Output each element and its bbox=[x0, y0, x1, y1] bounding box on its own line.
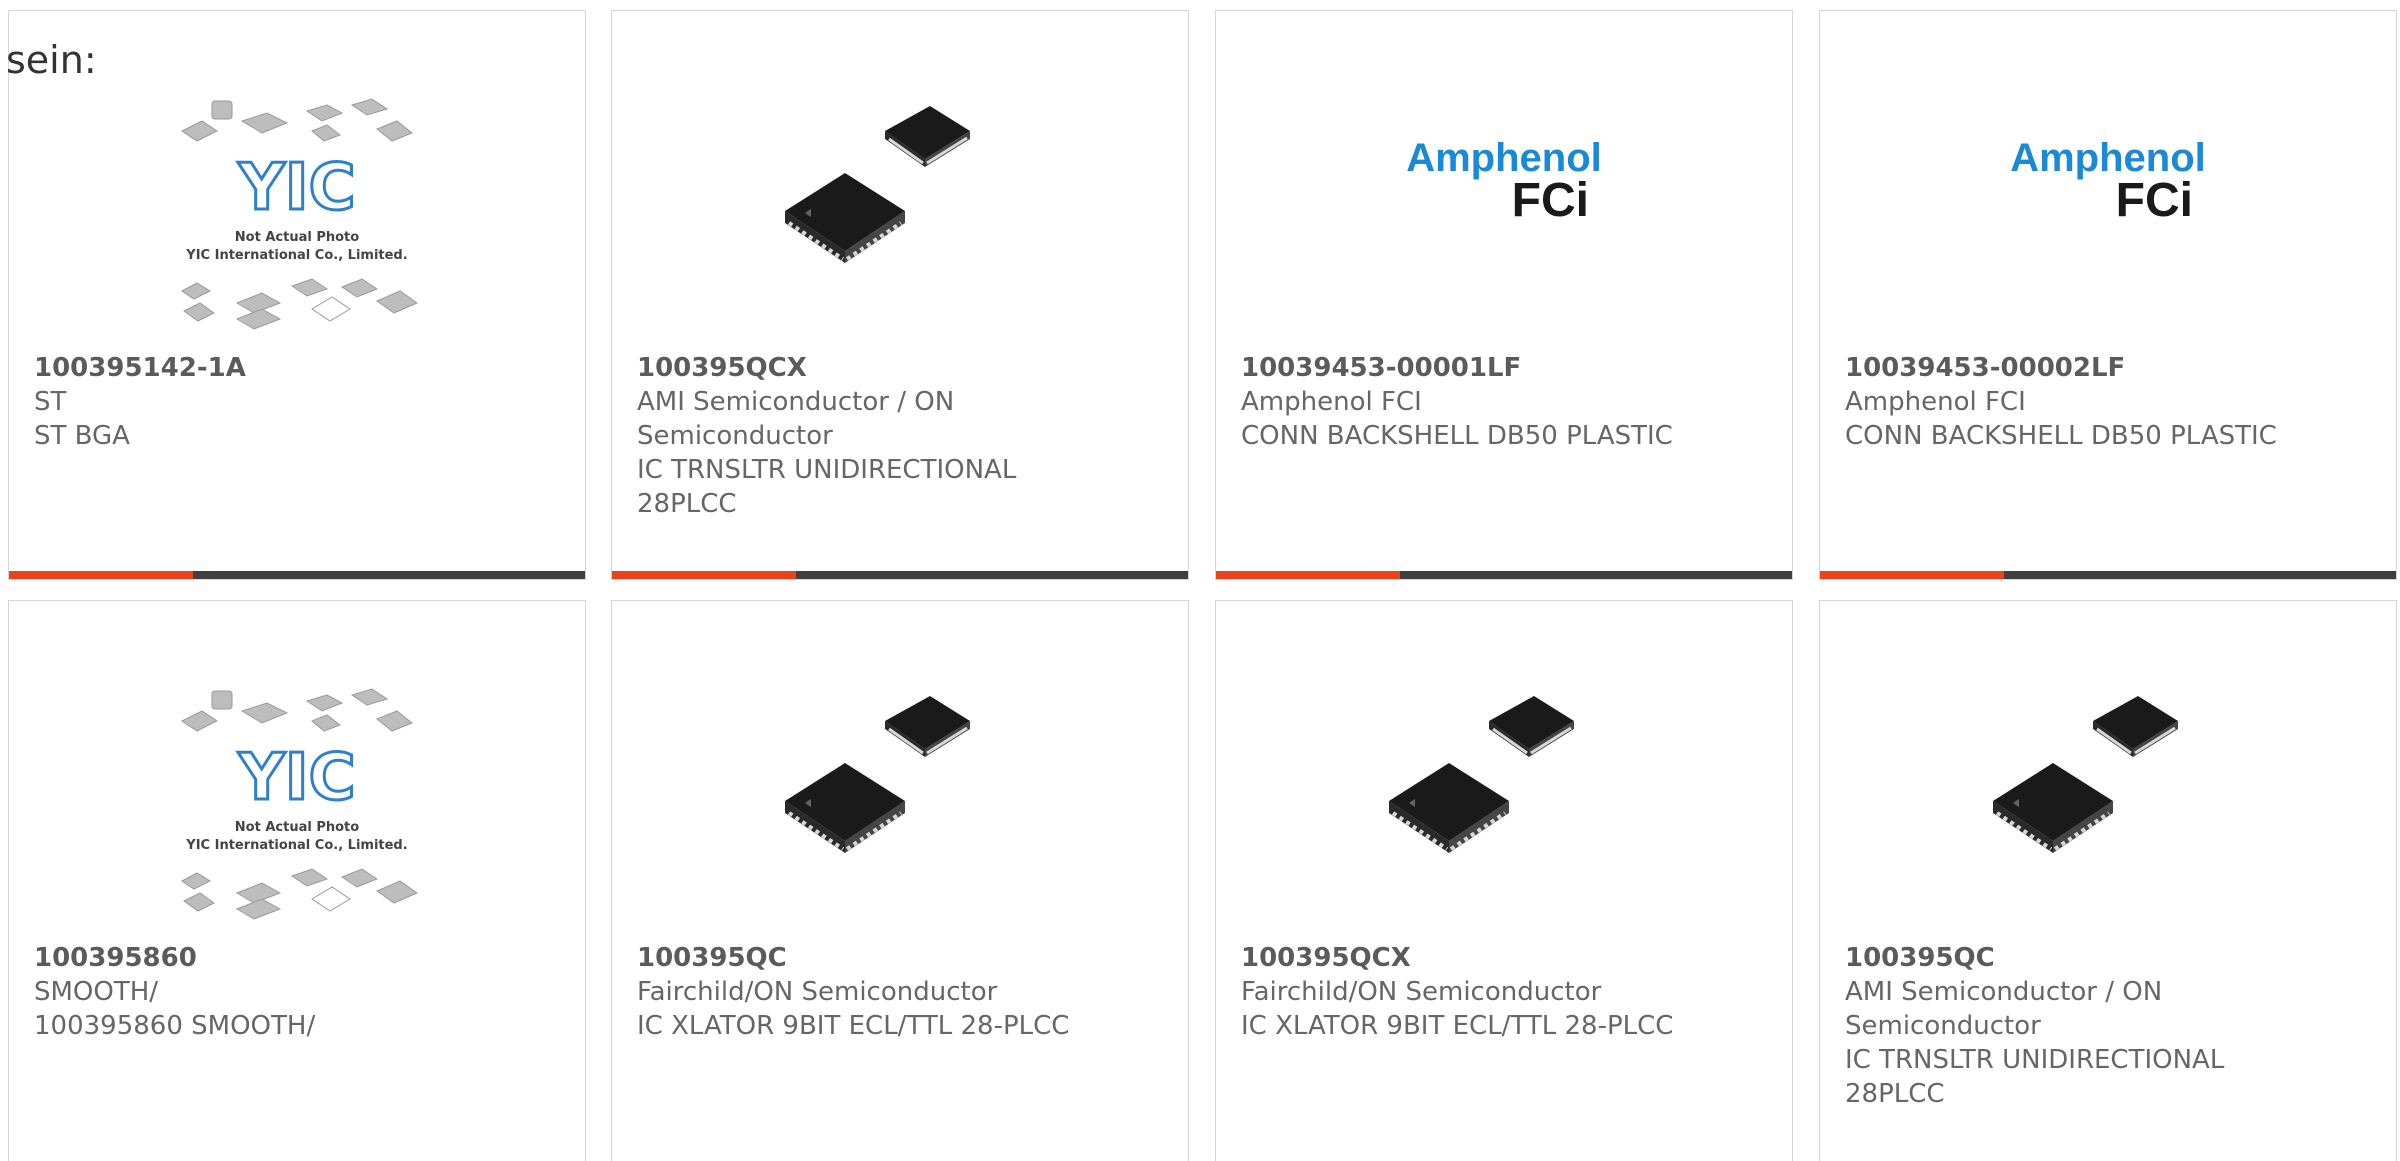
product-grid-page: sein: YIC Not Actual Photo YIC Internati… bbox=[0, 0, 2400, 1161]
svg-text:Not Actual Photo: Not Actual Photo bbox=[235, 820, 359, 835]
product-image[interactable] bbox=[1973, 681, 2243, 931]
fci-logo-text: FCi bbox=[1512, 174, 1589, 227]
product-info: 100395QCX Fairchild/ON Semiconductor IC … bbox=[1241, 941, 1681, 1043]
part-number-link[interactable]: 10039453-00001LF bbox=[1241, 351, 1681, 385]
yic-placeholder-image: YIC Not Actual Photo YIC International C… bbox=[181, 98, 419, 330]
card-accent-bar bbox=[1216, 571, 1792, 579]
part-number-link[interactable]: 100395QC bbox=[1845, 941, 2285, 975]
product-card[interactable]: YIC Not Actual Photo YIC International C… bbox=[8, 600, 586, 1161]
product-image[interactable] bbox=[765, 681, 1035, 931]
description: IC XLATOR 9BIT ECL/TTL 28-PLCC bbox=[637, 1011, 1070, 1041]
manufacturer: Amphenol FCI bbox=[1241, 387, 1422, 417]
product-card[interactable]: 100395QC Fairchild/ON Semiconductor IC X… bbox=[611, 600, 1189, 1161]
manufacturer: ST bbox=[34, 387, 67, 417]
description: 100395860 SMOOTH/ bbox=[34, 1011, 316, 1041]
product-info: 100395QC AMI Semiconductor / ON Semicond… bbox=[1845, 941, 2285, 1111]
product-image[interactable] bbox=[1369, 681, 1639, 931]
manufacturer: Fairchild/ON Semiconductor bbox=[637, 977, 998, 1007]
part-number-link[interactable]: 100395QC bbox=[637, 941, 1077, 975]
description: ST BGA bbox=[34, 421, 130, 451]
description: IC XLATOR 9BIT ECL/TTL 28-PLCC bbox=[1241, 1011, 1674, 1041]
card-accent-bar bbox=[1820, 571, 2396, 579]
description: CONN BACKSHELL DB50 PLASTIC bbox=[1241, 421, 1673, 451]
fci-logo-text: FCi bbox=[2116, 174, 2193, 227]
part-number-link[interactable]: 10039453-00002LF bbox=[1845, 351, 2285, 385]
card-accent-bar bbox=[9, 571, 585, 579]
product-image[interactable] bbox=[765, 91, 1035, 341]
product-card[interactable]: Amphenol FCi 10039453-00001LF Amphenol F… bbox=[1215, 10, 1793, 580]
product-info: 100395860 SMOOTH/ 100395860 SMOOTH/ bbox=[34, 941, 474, 1043]
svg-text:YIC International Co., Limited: YIC International Co., Limited. bbox=[185, 248, 407, 263]
product-info: 10039453-00002LF Amphenol FCI CONN BACKS… bbox=[1845, 351, 2285, 453]
manufacturer: AMI Semiconductor / ON Semiconductor bbox=[1845, 977, 2163, 1041]
product-image[interactable]: Amphenol FCi bbox=[1973, 91, 2243, 341]
product-card[interactable]: 100395QC AMI Semiconductor / ON Semicond… bbox=[1819, 600, 2397, 1161]
amphenol-logo-image: Amphenol FCi bbox=[2010, 136, 2206, 227]
product-info: 100395142-1A ST ST BGA bbox=[34, 351, 474, 453]
plcc-chip-image bbox=[785, 696, 970, 853]
manufacturer: AMI Semiconductor / ON Semiconductor bbox=[637, 387, 955, 451]
part-number-link[interactable]: 100395QCX bbox=[637, 351, 1077, 385]
manufacturer: SMOOTH/ bbox=[34, 977, 159, 1007]
product-image[interactable]: YIC Not Actual Photo YIC International C… bbox=[162, 681, 432, 931]
manufacturer: Fairchild/ON Semiconductor bbox=[1241, 977, 1602, 1007]
description: CONN BACKSHELL DB50 PLASTIC bbox=[1845, 421, 2277, 451]
product-card[interactable]: YIC Not Actual Photo YIC International C… bbox=[8, 10, 586, 580]
plcc-chip-image bbox=[785, 106, 970, 263]
svg-text:YIC International Co., Limited: YIC International Co., Limited. bbox=[185, 838, 407, 853]
product-card[interactable]: 100395QCX AMI Semiconductor / ON Semicon… bbox=[611, 10, 1189, 580]
yic-logo-text: YIC bbox=[237, 151, 355, 225]
product-info: 100395QCX AMI Semiconductor / ON Semicon… bbox=[637, 351, 1077, 521]
svg-text:Not Actual Photo: Not Actual Photo bbox=[235, 230, 359, 245]
amphenol-logo-image: Amphenol FCi bbox=[1406, 136, 1602, 227]
product-info: 10039453-00001LF Amphenol FCI CONN BACKS… bbox=[1241, 351, 1681, 453]
manufacturer: Amphenol FCI bbox=[1845, 387, 2026, 417]
yic-placeholder-image: YIC Not Actual Photo YIC International C… bbox=[181, 688, 419, 920]
part-number-link[interactable]: 100395142-1A bbox=[34, 351, 474, 385]
part-number-link[interactable]: 100395QCX bbox=[1241, 941, 1681, 975]
card-accent-bar bbox=[612, 571, 1188, 579]
product-card[interactable]: Amphenol FCi 10039453-00002LF Amphenol F… bbox=[1819, 10, 2397, 580]
description: IC TRNSLTR UNIDIRECTIONAL 28PLCC bbox=[1845, 1045, 2225, 1109]
yic-logo-text: YIC bbox=[237, 741, 355, 815]
part-number-link[interactable]: 100395860 bbox=[34, 941, 474, 975]
description: IC TRNSLTR UNIDIRECTIONAL 28PLCC bbox=[637, 455, 1017, 519]
plcc-chip-image bbox=[1993, 696, 2178, 853]
intro-text: sein: bbox=[6, 38, 97, 82]
plcc-chip-image bbox=[1389, 696, 1574, 853]
product-image[interactable]: YIC Not Actual Photo YIC International C… bbox=[162, 91, 432, 341]
product-info: 100395QC Fairchild/ON Semiconductor IC X… bbox=[637, 941, 1077, 1043]
product-card[interactable]: 100395QCX Fairchild/ON Semiconductor IC … bbox=[1215, 600, 1793, 1161]
product-image[interactable]: Amphenol FCi bbox=[1369, 91, 1639, 341]
